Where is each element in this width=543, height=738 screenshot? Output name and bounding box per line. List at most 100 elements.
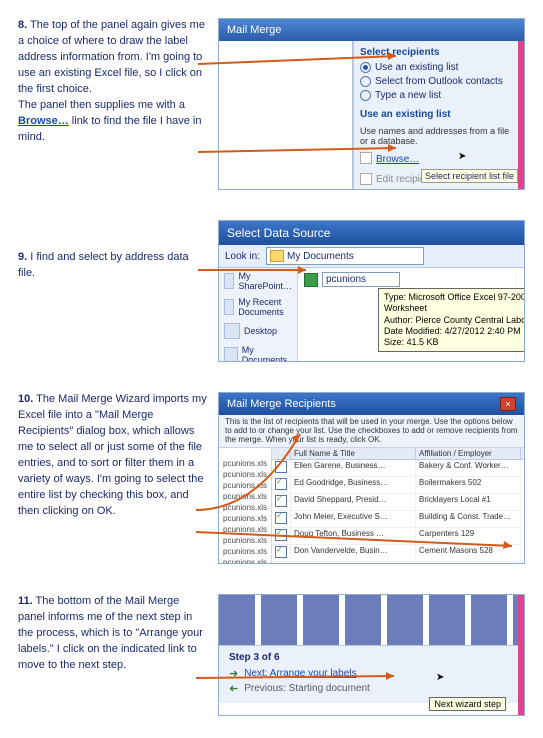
step-8: 8. The top of the panel again gives me a…	[18, 18, 525, 190]
screenshot-9: Select Data Source Look in: My Documents…	[218, 220, 525, 362]
screenshot-8: Mail Merge Select recipients Use an exis…	[218, 18, 525, 190]
source-cell: pcunions.xls	[221, 535, 269, 546]
opt-outlook-label: Select from Outlook contacts	[375, 76, 503, 87]
file-list[interactable]: pcunions Type: Microsoft Office Excel 97…	[298, 268, 524, 362]
step-9: 9. I find and select by address data fil…	[18, 220, 525, 362]
step-9-body: I find and select by address data file.	[18, 251, 189, 279]
step-11: 11. The bottom of the Mail Merge panel i…	[18, 594, 525, 716]
row-checkbox[interactable]	[275, 478, 287, 490]
radio-existing-list[interactable]	[360, 62, 371, 73]
selected-file-name[interactable]: pcunions	[322, 272, 400, 287]
cell-name: Ellen Garene, Business…	[291, 460, 416, 476]
browse-link[interactable]: Browse…	[376, 154, 419, 165]
cell-dept: Bakery & Conf. W…	[521, 460, 525, 476]
lookin-field[interactable]: My Documents	[266, 247, 424, 265]
prev-step-nav[interactable]: ➜ Previous: Starting document	[229, 682, 514, 695]
tooltip-line: Type: Microsoft Office Excel 97-2003 Wor…	[384, 292, 525, 315]
table-row[interactable]: David Sheppard, Presid…Bricklayers Local…	[272, 494, 525, 511]
close-icon[interactable]: ×	[500, 397, 516, 411]
browse-link-inline[interactable]: Browse…	[18, 115, 69, 127]
mail-merge-title: Mail Merge	[227, 24, 281, 36]
source-cell: pcunions.xls	[221, 557, 269, 564]
radio-outlook[interactable]	[360, 76, 371, 87]
cell-affil: Chemical Workers t10	[416, 562, 521, 564]
cell-affil: Building & Const. Trade…	[416, 511, 521, 527]
source-cell: pcunions.xls	[221, 480, 269, 491]
pink-sidebar	[518, 595, 524, 715]
select-recipients-heading: Select recipients	[360, 47, 518, 58]
table-row[interactable]: John Meier, Executive S…Building & Const…	[272, 511, 525, 528]
mouse-cursor-icon	[458, 151, 468, 165]
grid-header[interactable]: Full Name & Title Affiliation / Employer…	[272, 448, 525, 460]
place-mydocs-label: My Documents	[242, 345, 292, 362]
next-arrow-icon: ➜	[229, 667, 238, 680]
document-area	[219, 41, 353, 189]
use-existing-subtext: Use names and addresses from a file or a…	[360, 126, 518, 146]
cell-name: Brian Ahern	[291, 562, 416, 564]
step-10: 10. The Mail Merge Wizard imports my Exc…	[18, 392, 525, 564]
source-cell: pcunions.xls	[221, 524, 269, 535]
place-mydocs[interactable]: My Documents	[219, 342, 297, 362]
step-9-text: 9. I find and select by address data fil…	[18, 220, 208, 282]
table-row[interactable]: Don Vandervelde, Busin…Cement Masons 528…	[272, 545, 525, 562]
place-icon	[224, 323, 240, 339]
place-icon	[224, 273, 234, 289]
next-step-link[interactable]: Next: Arrange your labels	[244, 668, 356, 679]
place-desktop[interactable]: Desktop	[219, 320, 297, 342]
cell-name: John Meier, Executive S…	[291, 511, 416, 527]
step-11-number: 11.	[18, 595, 33, 607]
recipients-grid[interactable]: Full Name & Title Affiliation / Employer…	[272, 448, 525, 564]
step-10-number: 10.	[18, 393, 33, 405]
cell-name: David Sheppard, Presid…	[291, 494, 416, 510]
cell-dept: Building and Const. Trad…	[521, 511, 525, 527]
row-checkbox[interactable]	[275, 563, 287, 564]
row-checkbox[interactable]	[275, 529, 287, 541]
cell-dept: Bricklayers & Allied …	[521, 494, 525, 510]
row-checkbox[interactable]	[275, 461, 287, 473]
data-source-column: pcunions.xlspcunions.xlspcunions.xlspcun…	[219, 448, 272, 564]
opt-new-list-label: Type a new list	[375, 90, 441, 101]
col-fullname[interactable]: Full Name & Title	[291, 448, 416, 459]
next-step-nav[interactable]: ➜ Next: Arrange your labels	[229, 667, 514, 680]
cell-name: Don Vandervelde, Busin…	[291, 545, 416, 561]
edit-icon	[360, 173, 372, 185]
cell-affil: Carpenters 129	[416, 528, 521, 544]
mail-merge-titlebar: Mail Merge	[219, 19, 524, 41]
opt-outlook[interactable]: Select from Outlook contacts	[360, 76, 518, 87]
mail-merge-panel: Select recipients Use an existing list S…	[353, 41, 524, 189]
cell-affil: Boilermakers 502	[416, 477, 521, 493]
row-checkbox[interactable]	[275, 512, 287, 524]
place-recent[interactable]: My Recent Documents	[219, 294, 297, 320]
tooltip-line: Size: 41.5 KB	[384, 337, 525, 348]
tooltip-line: Author: Pierce County Central Labor Coun…	[384, 315, 525, 326]
tooltip-next-wizard: Next wizard step	[429, 697, 506, 711]
table-row[interactable]: Doug Tefton, Business …Carpenters 129Car…	[272, 528, 525, 545]
cell-dept: International Chemical W…	[521, 562, 525, 564]
table-row[interactable]: Brian AhernChemical Workers t10Internati…	[272, 562, 525, 564]
place-sharepoint[interactable]: My SharePoint…	[219, 268, 297, 294]
row-checkbox[interactable]	[275, 495, 287, 507]
opt-existing-list[interactable]: Use an existing list	[360, 62, 518, 73]
folder-icon	[270, 250, 284, 262]
table-row[interactable]: Ed Goodridge, Business…Boilermakers 502I…	[272, 477, 525, 494]
col-affiliation[interactable]: Affiliation / Employer	[416, 448, 521, 459]
row-checkbox[interactable]	[275, 546, 287, 558]
step-10-body: The Mail Merge Wizard imports my Excel f…	[18, 393, 207, 517]
place-recent-label: My Recent Documents	[238, 297, 292, 317]
step-8-text-b1: The panel then supplies me with a	[18, 99, 185, 111]
place-desktop-label: Desktop	[244, 326, 277, 336]
col-dept[interactable]: Affil. / Dept	[521, 448, 525, 459]
label-sheet-preview	[219, 595, 524, 646]
opt-new-list[interactable]: Type a new list	[360, 90, 518, 101]
table-row[interactable]: Ellen Garene, Business…Bakery & Conf. Wo…	[272, 460, 525, 477]
check-all-header[interactable]	[272, 448, 291, 459]
place-sharepoint-label: My SharePoint…	[238, 271, 292, 291]
source-cell: pcunions.xls	[221, 491, 269, 502]
opt-existing-list-label: Use an existing list	[375, 62, 458, 73]
lookin-value: My Documents	[287, 251, 354, 262]
radio-new-list[interactable]	[360, 90, 371, 101]
cell-name: Doug Tefton, Business …	[291, 528, 416, 544]
step-9-number: 9.	[18, 251, 27, 263]
mouse-cursor-icon	[436, 671, 446, 685]
cell-name: Ed Goodridge, Business…	[291, 477, 416, 493]
